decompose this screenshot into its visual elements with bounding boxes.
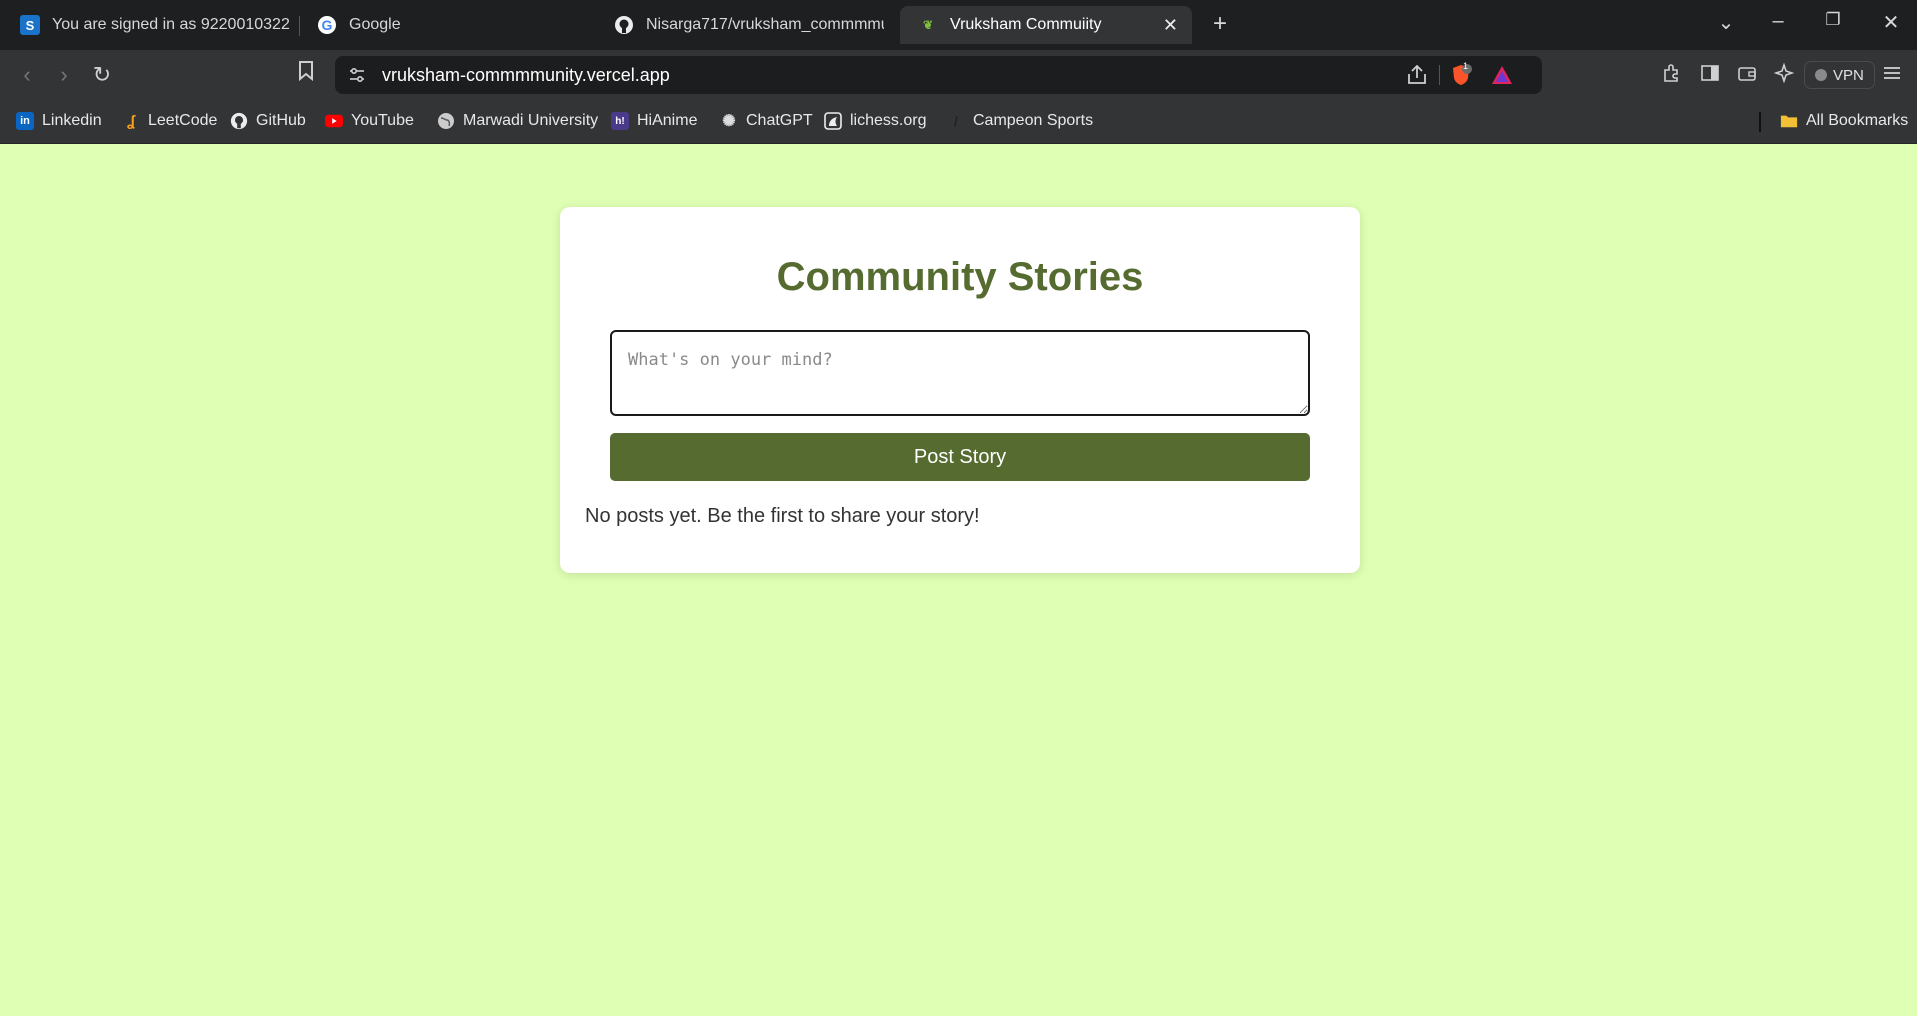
page-title: Community Stories — [776, 255, 1144, 299]
tab-label: You are signed in as 92200103228 — [52, 16, 290, 33]
share-icon[interactable] — [1405, 64, 1429, 86]
bookmark-chatgpt[interactable]: ✺ ChatGPT — [720, 110, 813, 132]
bookmark-label: LeetCode — [148, 112, 218, 129]
bookmarks-bar: in Linkedin ʆ LeetCode GitHub YouTube Ma… — [0, 100, 1917, 144]
youtube-icon — [325, 112, 343, 130]
community-stories-card: Community Stories Post Story No posts ye… — [560, 207, 1360, 573]
url-text: vruksham-commmmunity.vercel.app — [382, 65, 670, 85]
restore-button[interactable]: ❐ — [1818, 10, 1848, 30]
vpn-label: VPN — [1833, 66, 1864, 84]
linkedin-icon: in — [16, 112, 34, 130]
globe-icon — [437, 112, 455, 130]
all-bookmarks-label: All Bookmarks — [1806, 112, 1909, 129]
url-divider — [1439, 65, 1440, 85]
bookmark-this-page-icon[interactable] — [291, 61, 321, 89]
svg-text:G: G — [322, 17, 333, 33]
folder-icon — [1780, 112, 1798, 130]
new-tab-button[interactable]: + — [1205, 10, 1235, 38]
github-icon — [614, 15, 634, 35]
wallet-icon[interactable] — [1734, 63, 1760, 87]
bookmark-linkedin[interactable]: in Linkedin — [16, 110, 102, 132]
site-settings-icon[interactable] — [347, 65, 367, 85]
tab-label: Google — [349, 16, 401, 33]
tab-strip: S You are signed in as 92200103228 G Goo… — [0, 0, 1917, 50]
address-bar[interactable]: vruksham-commmmunity.vercel.app 1 — [335, 56, 1542, 94]
tab-label: Vruksham Commuiity — [950, 16, 1102, 33]
lichess-icon — [824, 112, 842, 130]
bookmark-hianime[interactable]: h! HiAnime — [611, 110, 697, 132]
all-bookmarks-folder[interactable]: All Bookmarks — [1780, 110, 1908, 132]
back-button[interactable]: ‹ — [12, 61, 42, 89]
bookmark-leetcode[interactable]: ʆ LeetCode — [122, 110, 217, 132]
close-tab-icon[interactable]: ✕ — [1163, 15, 1178, 36]
tab-github[interactable]: Nisarga717/vruksham_commmmunity — [614, 6, 884, 44]
shield-badge-count: 1 — [1463, 61, 1469, 71]
story-input[interactable] — [610, 330, 1310, 416]
s-logo-icon: S — [20, 15, 40, 35]
bookmark-github[interactable]: GitHub — [230, 110, 306, 132]
menu-icon[interactable] — [1879, 63, 1905, 87]
forward-button[interactable]: › — [49, 61, 79, 89]
bookmarks-divider — [1759, 112, 1761, 132]
navigation-toolbar: ‹ › ↻ vruksham-commmmunity.vercel.app 1 — [0, 50, 1917, 100]
github-icon — [230, 112, 248, 130]
bookmark-label: YouTube — [351, 112, 414, 129]
bookmark-label: ChatGPT — [746, 112, 813, 129]
bookmark-label: lichess.org — [850, 112, 927, 129]
tab-vruksham[interactable]: ❦ Vruksham Commuiity ✕ — [900, 6, 1192, 44]
bookmark-label: Campeon Sports — [973, 112, 1094, 129]
campeon-icon: / — [954, 113, 958, 129]
vpn-button[interactable]: VPN — [1804, 61, 1875, 89]
empty-posts-message: No posts yet. Be the first to share your… — [585, 505, 980, 527]
bookmark-marwadi-university[interactable]: Marwadi University — [437, 110, 598, 132]
bookmark-label: Marwadi University — [463, 112, 599, 129]
google-icon: G — [317, 15, 337, 35]
leetcode-icon: ʆ — [126, 112, 136, 130]
leaf-icon: ❦ — [922, 18, 934, 32]
brave-rewards-icon[interactable] — [1490, 64, 1514, 86]
bookmark-label: GitHub — [256, 112, 306, 129]
sidebar-icon[interactable] — [1697, 63, 1723, 87]
tab-divider — [299, 16, 300, 36]
tab-google[interactable]: G Google — [317, 6, 587, 44]
hianime-icon: h! — [611, 112, 629, 130]
tab-signed-in[interactable]: S You are signed in as 92200103228 — [20, 6, 290, 44]
bookmark-youtube[interactable]: YouTube — [325, 110, 414, 132]
close-window-button[interactable]: ✕ — [1876, 10, 1906, 35]
bookmark-lichess[interactable]: lichess.org — [824, 110, 926, 132]
tab-label: Nisarga717/vruksham_commmmunity — [646, 16, 884, 33]
minimize-button[interactable]: – — [1763, 10, 1793, 33]
post-story-button[interactable]: Post Story — [610, 433, 1310, 481]
bookmark-campeon-sports[interactable]: / Campeon Sports — [947, 110, 1093, 132]
extensions-icon[interactable] — [1659, 63, 1685, 87]
vpn-status-icon — [1815, 69, 1827, 81]
bookmark-label: Linkedin — [42, 112, 102, 129]
brave-shield-icon[interactable] — [1449, 64, 1473, 86]
chatgpt-icon: ✺ — [722, 113, 736, 130]
bookmark-label: HiAnime — [637, 112, 698, 129]
reload-button[interactable]: ↻ — [87, 61, 117, 89]
leo-ai-icon[interactable] — [1771, 62, 1797, 87]
tab-list-chevron-icon[interactable]: ⌄ — [1711, 10, 1741, 35]
